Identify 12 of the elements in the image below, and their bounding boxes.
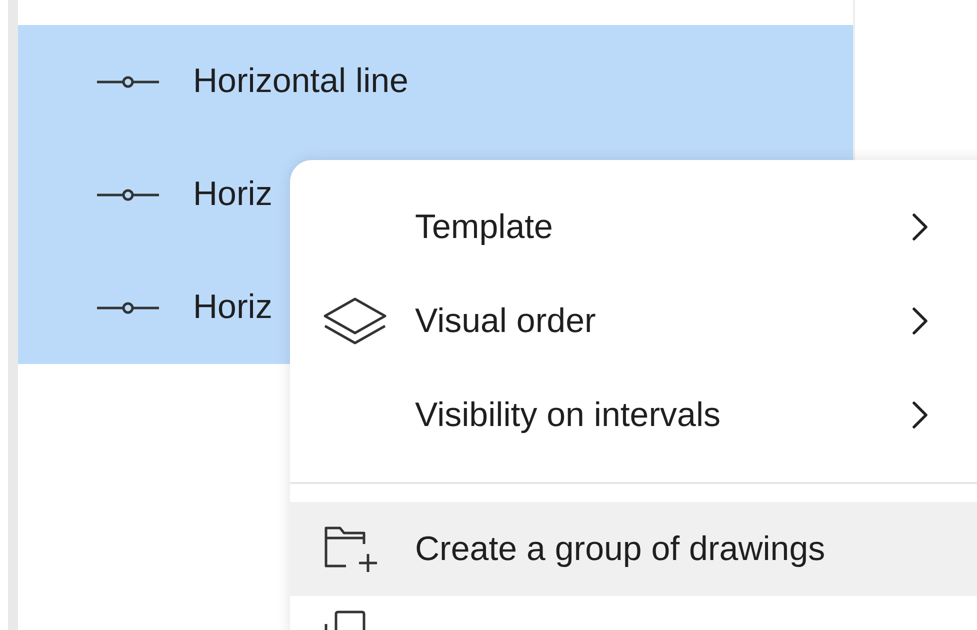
menu-item[interactable]: Create a group of drawings (290, 502, 977, 596)
menu-item[interactable]: Visibility on intervals (290, 368, 977, 462)
layers-icon (322, 296, 388, 346)
horizontal-line-icon (97, 300, 159, 314)
chevron-right-icon (912, 307, 928, 335)
chevron-right-icon (912, 213, 928, 241)
menu-item[interactable]: Visual order (290, 274, 977, 368)
chevron-right-icon (912, 401, 928, 429)
horizontal-line-icon (97, 188, 159, 202)
horizontal-line-icon (97, 74, 159, 88)
drawing-list-item[interactable]: Horizontal line (18, 25, 853, 138)
menu-item[interactable]: Template (290, 180, 977, 274)
